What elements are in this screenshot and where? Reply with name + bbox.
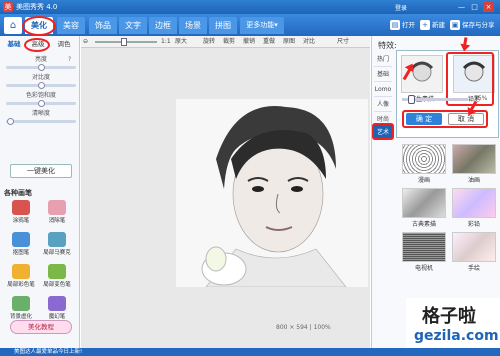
canvas-area: ⊖ 1:1 原大 旋转 裁剪 撤销 重做 原图 对比 尺寸 800 × 594 … bbox=[81, 36, 370, 348]
open-button[interactable]: ▤ 打开 bbox=[390, 19, 415, 31]
left-panel: 基础 高级 调色 亮度 对比度 色彩饱和度 清晰度 ? 一键美化 各种画笔 涂鸦… bbox=[0, 36, 80, 348]
redo-button[interactable]: 重做 bbox=[263, 37, 275, 47]
original-image-button[interactable]: 原图 bbox=[283, 37, 295, 47]
recolor-icon bbox=[48, 264, 66, 279]
effect-comic[interactable]: 漫画 bbox=[402, 144, 446, 184]
home-icon[interactable]: ⌂ bbox=[4, 17, 22, 34]
color-brush-icon bbox=[12, 264, 30, 279]
watermark-url: gezila.com bbox=[414, 328, 499, 344]
folder-icon: ▤ bbox=[390, 20, 400, 30]
blur-icon bbox=[12, 296, 30, 311]
sharpness-slider[interactable]: 清晰度 bbox=[6, 110, 76, 125]
size-button[interactable]: 尺寸 bbox=[337, 37, 349, 47]
effect-strength-knob[interactable] bbox=[408, 95, 415, 104]
canvas-toolbar: ⊖ 1:1 原大 旋转 裁剪 撤销 重做 原图 对比 尺寸 bbox=[81, 36, 370, 48]
slider-knob[interactable] bbox=[38, 64, 45, 71]
tab-accessories[interactable]: 饰品 bbox=[89, 17, 117, 34]
mosaic-pen-button[interactable]: 局部马赛克 bbox=[42, 232, 72, 260]
tab-collage[interactable]: 拼图 bbox=[209, 17, 237, 34]
crop-button[interactable]: 裁剪 bbox=[223, 37, 235, 47]
tab-more-features[interactable]: 更多功能▾ bbox=[240, 17, 284, 34]
effects-title: 特效: bbox=[378, 41, 397, 50]
close-button[interactable]: × bbox=[483, 2, 494, 12]
category-portrait[interactable]: 人像 bbox=[374, 97, 392, 112]
original-size-button[interactable]: 原大 bbox=[175, 37, 187, 47]
maximize-button[interactable]: □ bbox=[469, 2, 480, 12]
sketch-portrait-image bbox=[176, 99, 368, 287]
plus-icon: + bbox=[420, 20, 430, 30]
slider-knob[interactable] bbox=[38, 82, 45, 89]
undo-button[interactable]: 撤销 bbox=[243, 37, 255, 47]
highlight-oval-advanced bbox=[24, 38, 50, 52]
app-title: 美图秀秀 4.0 bbox=[16, 3, 58, 11]
main-toolbar: ⌂ 美化 美容 饰品 文字 边框 场景 拼图 更多功能▾ ▤ 打开 + 新建 ▣ 保存… bbox=[0, 14, 500, 36]
effect-color-pencil[interactable]: 彩铅 bbox=[452, 188, 496, 228]
status-bar: 美图达人最爱单品今日上新! bbox=[0, 348, 500, 356]
rotate-button[interactable]: 旋转 bbox=[203, 37, 215, 47]
minimize-button[interactable]: — bbox=[456, 2, 467, 12]
brightness-slider[interactable]: 亮度 bbox=[6, 56, 76, 71]
slider-knob[interactable] bbox=[38, 100, 45, 107]
save-icon: ▣ bbox=[450, 20, 460, 30]
cutout-pen-button[interactable]: 抠图笔 bbox=[6, 232, 36, 260]
category-lomo[interactable]: Lomo bbox=[374, 82, 392, 97]
mosaic-icon bbox=[48, 232, 66, 247]
adjust-subtabs: 基础 高级 调色 bbox=[2, 38, 78, 52]
zoom-out-icon[interactable]: ⊖ bbox=[83, 37, 88, 47]
local-color-pen-button[interactable]: 局部彩色笔 bbox=[6, 264, 36, 292]
category-hot[interactable]: 热门 bbox=[374, 52, 392, 67]
magic-wand-icon bbox=[48, 296, 66, 311]
tab-frame[interactable]: 边框 bbox=[149, 17, 177, 34]
effect-tv[interactable]: 电视机 bbox=[402, 232, 446, 272]
doodle-pen-button[interactable]: 涂鸦笔 bbox=[6, 200, 36, 228]
app-logo-icon: 美 bbox=[3, 2, 13, 12]
zoom-readout: 800 × 594 | 100% bbox=[276, 324, 331, 331]
actual-size-button[interactable]: 1:1 bbox=[161, 37, 171, 47]
eraser-icon bbox=[48, 200, 66, 215]
beautify-tutorial-button[interactable]: 美化教程 bbox=[10, 320, 72, 334]
watermark-title: 格子啦 bbox=[422, 306, 476, 327]
slider-knob[interactable] bbox=[6, 118, 14, 125]
saturation-slider[interactable]: 色彩饱和度 bbox=[6, 92, 76, 107]
highlight-box-art-category bbox=[372, 123, 394, 140]
eraser-pen-button[interactable]: 消除笔 bbox=[42, 200, 72, 228]
highlight-oval-beautify bbox=[22, 16, 56, 36]
effect-hand-drawn[interactable]: 手绘 bbox=[452, 232, 496, 272]
title-bar: 美 美图秀秀 4.0 登录 — □ × bbox=[0, 0, 500, 14]
effect-oil-painting[interactable]: 油画 bbox=[452, 144, 496, 184]
subtab-basic[interactable]: 基础 bbox=[2, 38, 26, 50]
compare-button[interactable]: 对比 bbox=[303, 37, 315, 47]
tab-scene[interactable]: 场景 bbox=[179, 17, 207, 34]
doodle-pen-icon bbox=[12, 200, 30, 215]
save-share-button[interactable]: ▣ 保存与分享 bbox=[450, 19, 495, 31]
subtab-color[interactable]: 调色 bbox=[52, 38, 76, 50]
zoom-slider-knob[interactable] bbox=[121, 38, 127, 46]
effect-classic-sketch[interactable]: 古典素描 bbox=[402, 188, 446, 228]
one-key-beautify-button[interactable]: 一键美化 bbox=[10, 164, 72, 178]
tab-beauty[interactable]: 美容 bbox=[57, 17, 85, 34]
category-basic[interactable]: 基础 bbox=[374, 67, 392, 82]
contrast-slider[interactable]: 对比度 bbox=[6, 74, 76, 89]
new-button[interactable]: + 新建 bbox=[420, 19, 445, 31]
login-link[interactable]: 登录 bbox=[395, 3, 407, 12]
help-icon[interactable]: ? bbox=[68, 56, 71, 63]
local-recolor-pen-button[interactable]: 局部变色笔 bbox=[42, 264, 72, 292]
cutout-icon bbox=[12, 232, 30, 247]
edited-photo bbox=[176, 99, 368, 287]
brush-section-title: 各种画笔 bbox=[4, 189, 32, 197]
tab-text[interactable]: 文字 bbox=[119, 17, 147, 34]
